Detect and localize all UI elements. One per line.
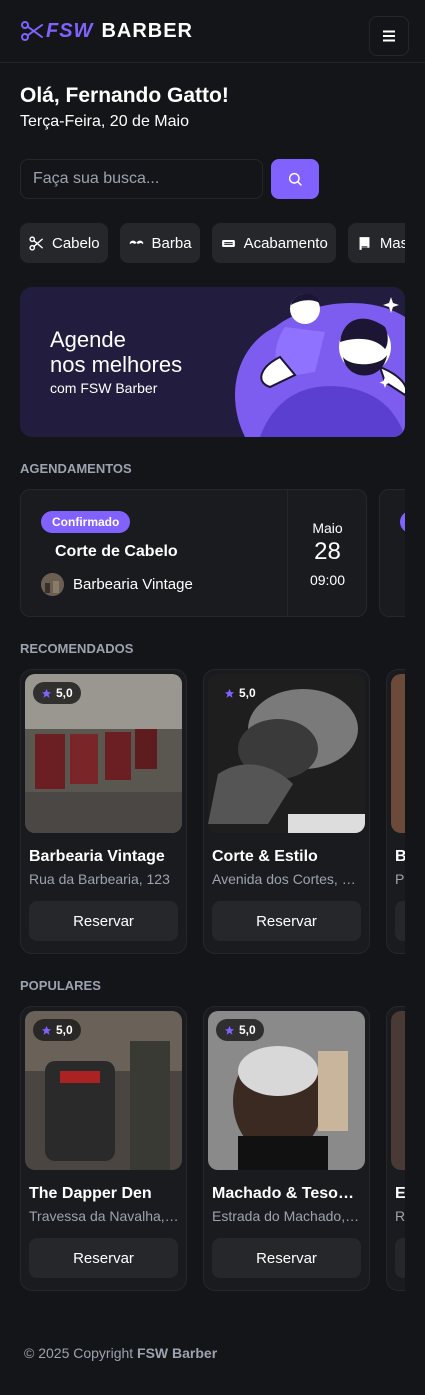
recommended-list: 5,0 Barbearia Vintage Rua da Barbearia, … [0, 669, 405, 955]
barbershop-image: 5,0 [25, 674, 182, 833]
barbershop-name: The Dapper Den [29, 1185, 152, 1202]
barbershop-image [391, 1011, 405, 1170]
booking-card-peek[interactable] [379, 489, 405, 617]
mustache-icon [129, 240, 143, 244]
status-badge [400, 511, 405, 533]
barbershop-image: 5,0 [25, 1011, 182, 1170]
quick-search-barba[interactable]: Barba [119, 223, 200, 263]
scissors-logo-icon [21, 21, 43, 41]
menu-icon [383, 30, 395, 42]
banner-title-line2: nos melhores [50, 352, 183, 377]
current-date: Terça-Feira, 20 de Maio [20, 113, 189, 130]
barbershop-card: B P [386, 669, 405, 954]
quick-search-label: Barba [151, 234, 192, 252]
barbershop-image: 5,0 [208, 1011, 365, 1170]
barbershop-name: Corte & Estilo [212, 848, 318, 865]
barbershop-name: E [395, 1185, 405, 1202]
barbershop-card: 5,0 Barbearia Vintage Rua da Barbearia, … [20, 669, 187, 954]
rating-badge: 5,0 [33, 682, 81, 704]
logo-barber: BARBER [101, 19, 193, 42]
star-icon [41, 1025, 52, 1035]
footer-copyright: © 2025 Copyright [24, 1345, 134, 1361]
barbershop-address: Estrada do Machado, 202 [212, 1208, 362, 1224]
barbershop-address: Rua da Barbearia, 123 [29, 871, 170, 887]
barbershop-card: 5,0 The Dapper Den Travessa da Navalha, … [20, 1006, 187, 1291]
quick-search-cabelo[interactable]: Cabelo [20, 223, 108, 263]
quick-search-massagem[interactable]: Massagem [347, 223, 405, 263]
header: FSW BARBER [0, 0, 425, 63]
rating-value: 5,0 [239, 686, 256, 700]
search-icon [288, 172, 302, 186]
star-icon [41, 688, 52, 698]
towel-icon [359, 236, 370, 250]
quick-search-acabamento[interactable]: Acabamento [211, 223, 336, 263]
reserve-button[interactable]: Reservar [29, 1238, 178, 1278]
rating-badge: 5,0 [216, 1019, 264, 1041]
section-title-bookings: Agendamentos [20, 461, 132, 476]
logo[interactable]: FSW BARBER [20, 19, 193, 43]
reserve-button[interactable]: Reservar [212, 1238, 361, 1278]
barbershop-name: Barbearia Vintage [29, 848, 165, 865]
reserve-button[interactable]: Reservar [29, 901, 178, 941]
rating-badge: 5,0 [33, 1019, 81, 1041]
rating-badge: 5,0 [216, 682, 264, 704]
reserve-button[interactable]: Reservar [212, 901, 361, 941]
barbershop-name: Machado & Tesoura [212, 1185, 362, 1202]
rating-value: 5,0 [56, 1023, 73, 1037]
star-icon [224, 1025, 235, 1035]
barbershop-address: Travessa da Navalha, 101 [29, 1208, 179, 1224]
quick-search-bar: Cabelo Barba Acabamento Massagem [20, 223, 405, 263]
barbershop-card: E R [386, 1006, 405, 1291]
popular-list: 5,0 The Dapper Den Travessa da Navalha, … [0, 1006, 405, 1292]
section-title-recommended: Recomendados [20, 641, 134, 656]
reserve-button[interactable] [395, 901, 405, 941]
rating-value: 5,0 [56, 686, 73, 700]
quick-search-label: Massagem [379, 234, 405, 252]
section-title-popular: Populares [20, 978, 101, 993]
barbershop-image: 5,0 [208, 674, 365, 833]
barber-illustration [235, 293, 405, 437]
barbershop-image [391, 674, 405, 833]
menu-button[interactable] [369, 16, 409, 56]
greeting: Olá, Fernando Gatto! [20, 84, 229, 107]
barbershop-name: B [395, 848, 405, 866]
banner-title-line1: Agende [50, 327, 126, 352]
reserve-button[interactable] [395, 1238, 405, 1278]
promo-banner: Agende nos melhores com FSW Barber [20, 287, 405, 437]
footer: © 2025 Copyright FSW Barber [24, 1345, 217, 1361]
search-input[interactable] [20, 159, 263, 199]
quick-search-label: Acabamento [243, 234, 328, 252]
footer-brand: FSW Barber [137, 1345, 218, 1361]
barbershop-card: 5,0 Machado & Tesoura Estrada do Machado… [203, 1006, 370, 1291]
search-button[interactable] [271, 159, 319, 199]
razor-icon [221, 239, 235, 247]
scissors-icon [29, 235, 43, 251]
barbershop-address: Avenida dos Cortes, 456 [212, 871, 362, 887]
logo-fsw: FSW [46, 19, 94, 42]
barbershop-address: P [395, 871, 405, 887]
banner-subtitle: com FSW Barber [50, 380, 158, 396]
quick-search-label: Cabelo [52, 234, 100, 252]
rating-value: 5,0 [239, 1023, 256, 1037]
star-icon [224, 688, 235, 698]
booking-peek-clip [0, 489, 405, 617]
barbershop-address: R [395, 1208, 405, 1224]
barbershop-card: 5,0 Corte & Estilo Avenida dos Cortes, 4… [203, 669, 370, 954]
